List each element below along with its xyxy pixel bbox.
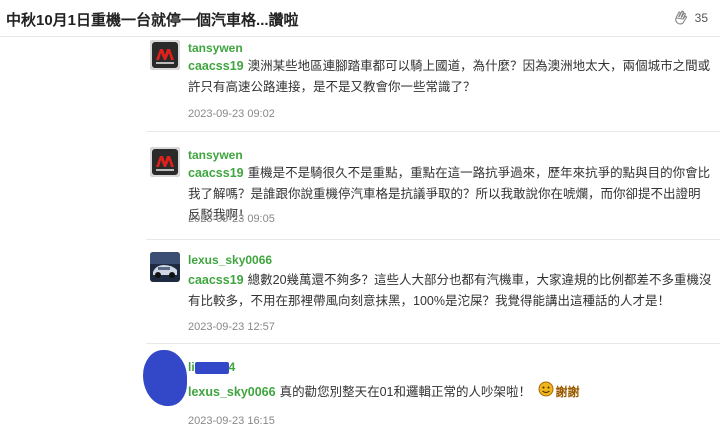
reply-mention[interactable]: caacss19	[188, 59, 244, 73]
reply-time: 2023-09-23 09:05	[188, 213, 275, 225]
reply-author[interactable]: tansywen	[188, 148, 243, 162]
divider	[146, 239, 720, 240]
reply-mention[interactable]: caacss19	[188, 273, 244, 287]
reply-body: 總數20幾萬還不夠多？這些人大部分也都有汽機車，大家違規的比例都差不多重機沒有比…	[188, 273, 712, 308]
motogp-logo-icon	[150, 40, 180, 70]
thread-title: 中秋10月1日重機一台就停一個汽車格...讚啦	[6, 12, 299, 29]
thanks-emote-icon	[538, 381, 554, 404]
avatar[interactable]	[150, 40, 180, 70]
redacted-name	[194, 361, 229, 374]
divider	[146, 343, 720, 344]
reply-time: 2023-09-23 09:02	[188, 108, 275, 120]
divider	[146, 131, 720, 132]
reply-mention[interactable]: caacss19	[188, 166, 244, 180]
reply-author[interactable]: tansywen	[188, 41, 243, 55]
reply-body: 真的勸您別整天在01和邏輯正常的人吵架啦！	[279, 384, 531, 399]
avatar[interactable]	[150, 147, 180, 177]
thanks-emote-label: 謝謝	[555, 385, 580, 399]
reply-time: 2023-09-23 12:57	[188, 321, 275, 333]
avatar[interactable]	[150, 252, 180, 282]
motogp-logo-icon	[150, 147, 180, 177]
redacted-avatar	[143, 350, 187, 406]
top-bar: 中秋10月1日重機一台就停一個汽車格...讚啦 35	[0, 0, 720, 37]
clap-count: 35	[694, 11, 708, 25]
reply-text: lexus_sky0066 真的勸您別整天在01和邏輯正常的人吵架啦！ 謝謝	[188, 381, 712, 404]
reply-author[interactable]: lexus_sky0066	[188, 253, 272, 267]
reply-text: caacss19 澳洲某些地區連腳踏車都可以騎上國道，為什麼？因為澳洲地太大，兩個…	[188, 56, 712, 98]
car-photo-icon	[150, 252, 180, 282]
reply-text: caacss19 總數20幾萬還不夠多？這些人大部分也都有汽機車，大家違規的比例都…	[188, 270, 712, 312]
reply-author[interactable]: li 4	[188, 360, 235, 374]
reply-mention[interactable]: lexus_sky0066	[188, 385, 276, 399]
clap-icon[interactable]	[672, 8, 690, 26]
reply-time: 2023-09-23 16:15	[188, 415, 275, 427]
reply-body: 澳洲某些地區連腳踏車都可以騎上國道，為什麼？因為澳洲地太大，兩個城市之間或許只有…	[188, 59, 711, 94]
